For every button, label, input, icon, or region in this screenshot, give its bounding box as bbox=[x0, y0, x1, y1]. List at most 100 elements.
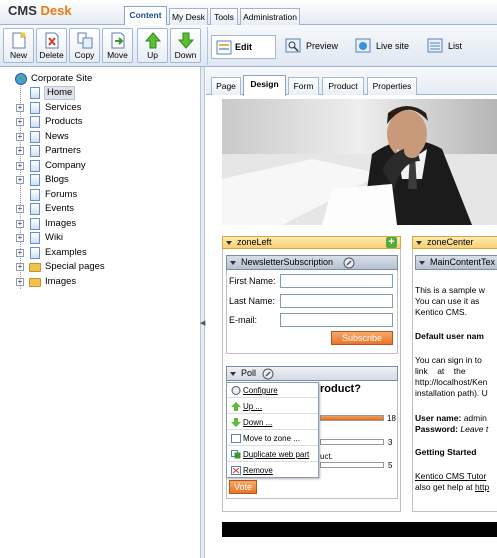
email-input[interactable] bbox=[280, 313, 393, 327]
tree-item-forums[interactable]: Forums bbox=[0, 188, 200, 202]
tab-my-desk[interactable]: My Desk bbox=[169, 8, 208, 25]
text-line: link at the bbox=[415, 366, 466, 376]
tab-page[interactable]: Page bbox=[211, 77, 241, 95]
tree-item-products[interactable]: + Products bbox=[0, 115, 200, 129]
tree-item-partners[interactable]: + Partners bbox=[0, 144, 200, 158]
last-name-label: Last Name: bbox=[229, 296, 276, 306]
list-view-button[interactable]: List bbox=[427, 35, 472, 57]
add-web-part-icon[interactable]: + bbox=[386, 237, 397, 248]
expand-icon[interactable]: + bbox=[16, 118, 24, 126]
zone-center-header[interactable]: zoneCenter bbox=[412, 236, 497, 249]
delete-button[interactable]: Delete bbox=[36, 28, 67, 63]
tab-content[interactable]: Content bbox=[124, 6, 167, 26]
tree-item-label: Services bbox=[45, 102, 82, 113]
tree-item-blogs[interactable]: + Blogs bbox=[0, 173, 200, 187]
tree-item-company[interactable]: + Company bbox=[0, 159, 200, 173]
tree-item-examples[interactable]: + Examples bbox=[0, 246, 200, 260]
expand-icon[interactable]: + bbox=[16, 104, 24, 112]
menu-configure[interactable]: Configure bbox=[227, 383, 318, 398]
menu-up-label: Up ... bbox=[243, 402, 263, 411]
expand-icon[interactable]: + bbox=[16, 234, 24, 242]
tree-item-special-pages[interactable]: + Special pages bbox=[0, 260, 200, 274]
tab-tools[interactable]: Tools bbox=[210, 8, 238, 25]
zone-left-header[interactable]: zoneLeft + bbox=[222, 236, 401, 249]
vote-button[interactable]: Vote bbox=[229, 480, 257, 494]
tree-item-home[interactable]: Home bbox=[0, 86, 200, 100]
menu-move-to-zone[interactable]: Move to zone ... bbox=[227, 431, 318, 446]
edit-view-button[interactable]: Edit bbox=[211, 35, 276, 59]
up-label: Up bbox=[147, 50, 158, 60]
webpart-menu-arrow-icon[interactable] bbox=[230, 372, 236, 376]
live-site-label: Live site bbox=[376, 41, 410, 51]
last-name-input[interactable] bbox=[280, 294, 393, 308]
app-header: CMS Desk Content My Desk Tools Administr… bbox=[0, 0, 497, 26]
tree-item-label: Company bbox=[45, 160, 86, 171]
live-site-view-button[interactable]: Live site bbox=[355, 35, 415, 57]
new-page-icon bbox=[12, 32, 26, 49]
expand-icon[interactable]: + bbox=[16, 263, 24, 271]
expand-icon[interactable]: + bbox=[16, 205, 24, 213]
webpart-menu-arrow-icon[interactable] bbox=[419, 261, 425, 265]
tree-item-events[interactable]: + Events bbox=[0, 202, 200, 216]
new-button[interactable]: New bbox=[3, 28, 34, 63]
tree-item-images[interactable]: + Images bbox=[0, 217, 200, 231]
tab-product[interactable]: Product bbox=[322, 77, 364, 95]
tree-item-services[interactable]: + Services bbox=[0, 101, 200, 115]
collapse-arrow-icon[interactable]: ◀ bbox=[200, 318, 205, 330]
email-label: E-mail: bbox=[229, 315, 258, 325]
arrow-down-icon bbox=[231, 418, 241, 427]
sub-tab-bar: Page Design Form Product Properties bbox=[206, 67, 497, 96]
tab-form[interactable]: Form bbox=[288, 77, 319, 95]
tree-item-news[interactable]: + News bbox=[0, 130, 200, 144]
expand-icon[interactable]: + bbox=[16, 133, 24, 141]
arrow-up-icon bbox=[231, 402, 241, 411]
tab-properties[interactable]: Properties bbox=[367, 77, 417, 95]
move-icon bbox=[231, 434, 241, 443]
folder-icon bbox=[29, 263, 41, 272]
tree-item-wiki[interactable]: + Wiki bbox=[0, 231, 200, 245]
menu-duplicate[interactable]: Duplicate web part bbox=[227, 447, 318, 462]
webpart-menu-arrow-icon[interactable] bbox=[230, 261, 236, 265]
zone-menu-arrow-icon[interactable] bbox=[416, 241, 422, 245]
tree-root[interactable]: Corporate Site bbox=[0, 72, 200, 86]
down-button[interactable]: Down bbox=[170, 28, 201, 63]
newsletter-webpart-header[interactable]: NewsletterSubscription bbox=[226, 255, 398, 270]
poll-bar-1 bbox=[320, 415, 384, 421]
live-site-icon bbox=[355, 38, 371, 53]
tutorial-link[interactable]: Kentico CMS Tutor bbox=[415, 471, 486, 482]
expand-icon[interactable]: + bbox=[16, 220, 24, 228]
list-icon bbox=[427, 38, 443, 53]
panel-splitter[interactable] bbox=[200, 67, 205, 558]
tree-item-images-folder[interactable]: + Images bbox=[0, 275, 200, 289]
menu-up[interactable]: Up ... bbox=[227, 399, 318, 414]
tree-item-label: News bbox=[45, 131, 69, 142]
move-button[interactable]: Move bbox=[102, 28, 133, 63]
expand-icon[interactable]: + bbox=[16, 147, 24, 155]
copy-button[interactable]: Copy bbox=[69, 28, 100, 63]
expand-icon[interactable]: + bbox=[16, 249, 24, 257]
help-text: also get help at bbox=[415, 482, 476, 492]
password-label: Password: bbox=[415, 424, 458, 434]
configure-icon[interactable] bbox=[262, 368, 274, 380]
tab-design[interactable]: Design bbox=[243, 75, 286, 96]
preview-label: Preview bbox=[306, 41, 339, 51]
menu-duplicate-label: Duplicate web part bbox=[243, 450, 310, 459]
configure-icon[interactable] bbox=[343, 257, 355, 269]
folder-icon bbox=[29, 278, 41, 287]
menu-remove[interactable]: Remove bbox=[227, 463, 318, 478]
menu-down[interactable]: Down ... bbox=[227, 415, 318, 430]
first-name-input[interactable] bbox=[280, 274, 393, 288]
expand-icon[interactable]: + bbox=[16, 176, 24, 184]
up-button[interactable]: Up bbox=[137, 28, 168, 63]
poll-answer-fragment: uct. bbox=[320, 452, 333, 461]
subscribe-button[interactable]: Subscribe bbox=[331, 331, 393, 345]
help-link[interactable]: http bbox=[475, 482, 489, 492]
expand-icon[interactable]: + bbox=[16, 162, 24, 170]
zone-menu-arrow-icon[interactable] bbox=[226, 241, 232, 245]
preview-view-button[interactable]: Preview bbox=[285, 35, 345, 57]
tab-administration[interactable]: Administration bbox=[240, 8, 300, 25]
list-label: List bbox=[448, 41, 463, 51]
poll-webpart-header[interactable]: Poll bbox=[226, 366, 398, 381]
main-content-webpart-header[interactable]: MainContentTex bbox=[415, 255, 497, 270]
expand-icon[interactable]: + bbox=[16, 278, 24, 286]
